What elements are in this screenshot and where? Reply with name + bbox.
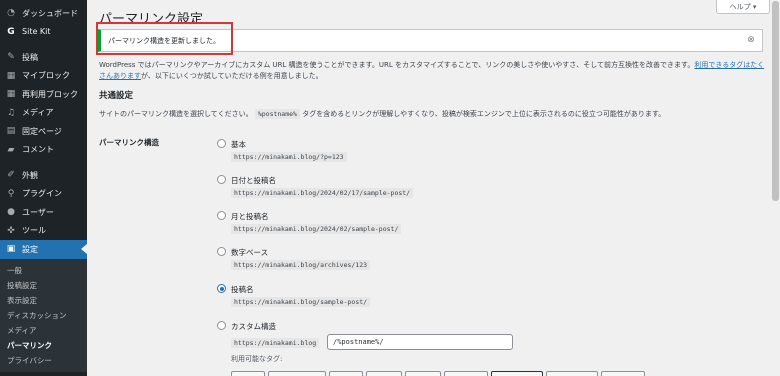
option-url: https://minakami.blog/2024/02/17/sample-… <box>231 188 414 198</box>
intro-text: WordPress ではパーマリンクやアーカイブにカスタム URL 構造を使うこ… <box>99 60 769 81</box>
radio-plain[interactable] <box>217 139 226 148</box>
menu-tools[interactable]: ✜ ツール <box>0 222 87 241</box>
section-description: サイトのパーマリンク構造を選択してください。 %postname% タグを含める… <box>99 109 665 119</box>
menu-comments[interactable]: ▰ コメント <box>0 141 87 160</box>
menu-label: ツール <box>22 226 46 236</box>
scrollbar[interactable] <box>771 0 780 376</box>
tag-button[interactable] <box>231 371 265 376</box>
permalink-structure-label: パーマリンク構造 <box>99 138 159 147</box>
help-tab-button[interactable]: ヘルプ ▾ <box>716 0 770 14</box>
option-url: https://minakami.blog <box>231 338 320 348</box>
menu-label: マイブロック <box>22 71 70 81</box>
submenu-privacy[interactable]: プライバシー <box>0 353 87 368</box>
menu-my-blocks[interactable]: ▦ マイブロック <box>0 67 87 86</box>
plugin-icon: ⚲ <box>7 188 15 199</box>
tag-button[interactable] <box>444 371 488 376</box>
intro-text-b: が、以下にいくつか試していただける例を用意しました。 <box>141 71 323 80</box>
desc-a: サイトのパーマリンク構造を選択してください。 <box>99 110 253 118</box>
option-label[interactable]: カスタム構造 <box>231 321 276 332</box>
menu-label: 投稿 <box>22 52 38 62</box>
settings-icon: ▣ <box>6 244 16 255</box>
section-title: 共通設定 <box>99 91 134 101</box>
tag-button[interactable] <box>491 371 543 376</box>
postname-code: %postname% <box>254 109 300 119</box>
menu-reusable-blocks[interactable]: ▦ 再利用ブロック <box>0 85 87 104</box>
menu-label: ダッシュボード <box>22 8 78 18</box>
menu-sitekit[interactable]: G Site Kit <box>0 23 87 42</box>
dismiss-icon[interactable]: ⊗ <box>746 35 756 45</box>
settings-submenu: 一般 投稿設定 表示設定 ディスカッション メディア パーマリンク プライバシー <box>0 258 87 372</box>
submenu-general[interactable]: 一般 <box>0 263 87 278</box>
menu-appearance[interactable]: ✐ 外観 <box>0 166 87 185</box>
option-url: https://minakami.blog/2024/02/sample-pos… <box>231 224 402 234</box>
option-url: https://minakami.blog/sample-post/ <box>231 297 371 307</box>
comment-icon: ▰ <box>7 144 15 155</box>
submenu-permalinks[interactable]: パーマリンク <box>0 338 87 353</box>
radio-numeric[interactable] <box>217 247 226 256</box>
radio-custom[interactable] <box>217 321 226 330</box>
wrench-icon: ✜ <box>7 225 15 236</box>
submenu-media[interactable]: メディア <box>0 323 87 338</box>
tag-button[interactable] <box>366 371 402 376</box>
menu-dashboard[interactable]: ◔ ダッシュボード <box>0 4 87 23</box>
menu-media[interactable]: ♫ メディア <box>0 104 87 123</box>
page-title: パーマリンク設定 <box>99 12 204 27</box>
admin-sidebar: ◔ ダッシュボード G Site Kit ✎ 投稿 ▦ マイブロック ▦ 再利用… <box>0 0 87 376</box>
radio-post-name[interactable] <box>217 284 226 293</box>
option-label[interactable]: 基本 <box>231 139 246 150</box>
available-tags-label: 利用可能なタグ: <box>231 355 283 363</box>
submenu-reading[interactable]: 表示設定 <box>0 293 87 308</box>
custom-structure-input[interactable] <box>327 334 513 350</box>
tag-button[interactable] <box>329 371 363 376</box>
media-icon: ♫ <box>6 107 16 118</box>
option-label[interactable]: 月と投稿名 <box>231 211 269 222</box>
menu-posts[interactable]: ✎ 投稿 <box>0 48 87 67</box>
menu-label: Site Kit <box>22 27 51 37</box>
tag-button[interactable] <box>601 371 645 376</box>
menu-label: 固定ページ <box>22 126 62 136</box>
menu-label: ユーザー <box>22 207 54 217</box>
reusable-block-icon: ▦ <box>6 89 16 100</box>
brush-icon: ✐ <box>7 170 15 181</box>
notice-text: パーマリンク構造を更新しました。 <box>108 37 220 45</box>
intro-text-a: WordPress ではパーマリンクやアーカイブにカスタム URL 構造を使うこ… <box>99 61 695 69</box>
tag-button[interactable] <box>405 371 441 376</box>
dashboard-icon: ◔ <box>7 8 15 19</box>
menu-label: コメント <box>22 145 54 155</box>
block-icon: ▦ <box>6 70 16 81</box>
submenu-writing[interactable]: 投稿設定 <box>0 278 87 293</box>
menu-label: 再利用ブロック <box>22 89 78 99</box>
menu-users[interactable]: ● ユーザー <box>0 203 87 222</box>
option-url: https://minakami.blog/archives/123 <box>231 260 371 270</box>
menu-settings[interactable]: ▣ 設定 <box>0 240 87 259</box>
user-icon: ● <box>7 207 15 218</box>
menu-pages[interactable]: ▤ 固定ページ <box>0 122 87 141</box>
desc-b: タグを含めるとリンクが理解しやすくなり、投稿が検索エンジンで上位に表示されるのに… <box>299 110 666 118</box>
pin-icon: ✎ <box>7 52 15 63</box>
radio-day-name[interactable] <box>217 175 226 184</box>
option-label[interactable]: 投稿名 <box>231 284 254 295</box>
menu-label: プラグイン <box>22 189 62 199</box>
submenu-discussion[interactable]: ディスカッション <box>0 308 87 323</box>
menu-label: 設定 <box>22 244 38 254</box>
available-tags-row <box>231 371 645 376</box>
menu-label: メディア <box>22 108 54 118</box>
tag-button[interactable] <box>268 371 326 376</box>
scrollbar-thumb[interactable] <box>772 1 779 201</box>
radio-month-name[interactable] <box>217 211 226 220</box>
option-label[interactable]: 日付と投稿名 <box>231 175 276 186</box>
menu-plugins[interactable]: ⚲ プラグイン <box>0 185 87 204</box>
sitekit-icon: G <box>7 26 15 37</box>
tag-button[interactable] <box>546 371 598 376</box>
page-icon: ▤ <box>6 126 16 137</box>
menu-label: 外観 <box>22 170 38 180</box>
option-label[interactable]: 数字ベース <box>231 247 268 258</box>
success-notice: パーマリンク構造を更新しました。 ⊗ <box>97 29 763 52</box>
main-content: ヘルプ ▾ パーマリンク設定 パーマリンク構造を更新しました。 ⊗ WordPr… <box>87 0 780 376</box>
option-url: https://minakami.blog/?p=123 <box>231 152 347 162</box>
